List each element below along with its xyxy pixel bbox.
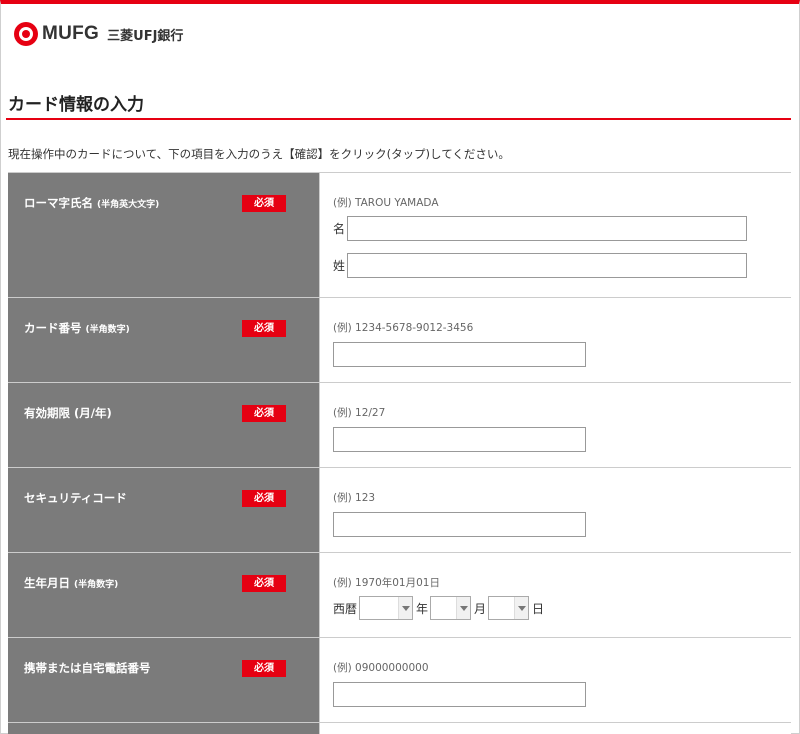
label-cell-name: ローマ字氏名 (半角英大文字) 必須	[8, 173, 320, 297]
chevron-down-icon	[514, 597, 529, 619]
last-name-label: 姓	[333, 259, 346, 273]
required-badge: 必須	[242, 575, 286, 592]
first-name-label: 名	[333, 222, 346, 236]
bank-name: 三菱UFJ銀行	[107, 28, 184, 44]
input-cell-birthdate: (例) 1970年01月01日 西暦 年 月 日	[320, 553, 791, 637]
birth-day-select[interactable]	[488, 596, 530, 620]
example-birthdate: (例) 1970年01月01日	[333, 577, 440, 589]
input-cell-next	[320, 723, 791, 734]
phone-input[interactable]	[333, 682, 586, 707]
first-name-line: 名	[333, 216, 791, 241]
birth-year-select[interactable]	[359, 596, 414, 620]
card-number-input[interactable]	[333, 342, 586, 367]
mufg-logo-icon	[14, 22, 38, 46]
row-name: ローマ字氏名 (半角英大文字) 必須 (例) TAROU YAMADA 名 姓	[8, 173, 791, 298]
last-name-line: 姓	[333, 253, 791, 278]
row-expiry: 有効期限 (月/年) 必須 (例) 12/27	[8, 383, 791, 468]
page-title: カード情報の入力	[8, 95, 144, 115]
security-code-input[interactable]	[333, 512, 586, 537]
label-cell-expiry: 有効期限 (月/年) 必須	[8, 383, 320, 467]
month-label: 月	[474, 601, 487, 616]
example-phone: (例) 09000000000	[333, 662, 429, 674]
card-info-form: ローマ字氏名 (半角英大文字) 必須 (例) TAROU YAMADA 名 姓 カ…	[8, 172, 791, 734]
field-label-security-code: セキュリティコード	[24, 491, 127, 505]
required-badge: 必須	[242, 320, 286, 337]
label-cell-next	[8, 723, 320, 734]
era-label: 西暦	[333, 601, 358, 616]
intro-text: 現在操作中のカードについて、下の項目を入力のうえ【確認】をクリック(タップ)して…	[8, 147, 510, 161]
example-expiry: (例) 12/27	[333, 407, 386, 419]
example-security-code: (例) 123	[333, 492, 376, 504]
chevron-down-icon	[456, 597, 471, 619]
input-cell-phone: (例) 09000000000	[320, 638, 791, 722]
required-badge: 必須	[242, 490, 286, 507]
row-phone: 携帯または自宅電話番号 必須 (例) 09000000000	[8, 638, 791, 723]
example-name: (例) TAROU YAMADA	[333, 197, 439, 209]
row-security-code: セキュリティコード 必須 (例) 123	[8, 468, 791, 553]
expiry-input[interactable]	[333, 427, 586, 452]
input-cell-expiry: (例) 12/27	[320, 383, 791, 467]
row-card-number: カード番号 (半角数字) 必須 (例) 1234-5678-9012-3456	[8, 298, 791, 383]
label-cell-card-number: カード番号 (半角数字) 必須	[8, 298, 320, 382]
last-name-input[interactable]	[347, 253, 747, 278]
row-next-partial	[8, 723, 791, 734]
birth-month-select[interactable]	[430, 596, 472, 620]
first-name-input[interactable]	[347, 216, 747, 241]
title-divider	[6, 118, 791, 120]
label-cell-phone: 携帯または自宅電話番号 必須	[8, 638, 320, 722]
label-cell-security-code: セキュリティコード 必須	[8, 468, 320, 552]
field-label-phone: 携帯または自宅電話番号	[24, 661, 151, 675]
logo-text: MUFG	[42, 23, 100, 44]
field-label-birthdate: 生年月日 (半角数字)	[24, 576, 119, 590]
required-badge: 必須	[242, 405, 286, 422]
required-badge: 必須	[242, 660, 286, 677]
input-cell-name: (例) TAROU YAMADA 名 姓	[320, 173, 791, 297]
chevron-down-icon	[398, 597, 413, 619]
input-cell-card-number: (例) 1234-5678-9012-3456	[320, 298, 791, 382]
field-label-card-number: カード番号 (半角数字)	[24, 321, 130, 335]
row-birthdate: 生年月日 (半角数字) 必須 (例) 1970年01月01日 西暦 年 月 日	[8, 553, 791, 638]
field-label-expiry: 有効期限 (月/年)	[24, 406, 112, 420]
field-label-name: ローマ字氏名 (半角英大文字)	[24, 196, 160, 210]
required-badge: 必須	[242, 195, 286, 212]
year-label: 年	[416, 601, 429, 616]
birthdate-line: 西暦 年 月 日	[333, 596, 791, 620]
label-cell-birthdate: 生年月日 (半角数字) 必須	[8, 553, 320, 637]
example-card-number: (例) 1234-5678-9012-3456	[333, 322, 474, 334]
header: MUFG 三菱UFJ銀行	[14, 20, 183, 48]
input-cell-security-code: (例) 123	[320, 468, 791, 552]
day-label: 日	[532, 601, 545, 616]
